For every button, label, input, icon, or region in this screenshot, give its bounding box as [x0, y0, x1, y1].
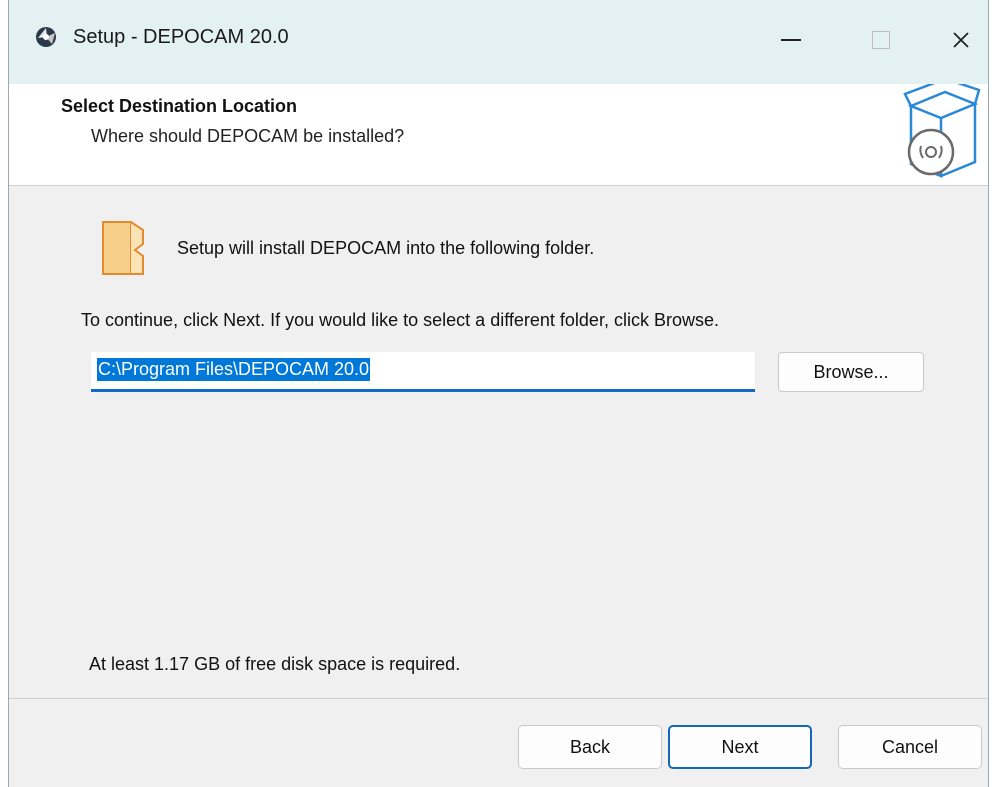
minimize-icon [781, 39, 801, 41]
instruction-text: To continue, click Next. If you would li… [81, 310, 719, 330]
install-intro-text: Setup will install DEPOCAM into the foll… [177, 238, 595, 258]
setup-window: Setup - DEPOCAM 20.0 Select Destination … [8, 0, 989, 787]
cancel-button[interactable]: Cancel [838, 725, 982, 769]
page-title: Select Destination Location [61, 96, 298, 116]
wizard-header: Select Destination Location Where should… [9, 84, 988, 186]
window-title: Setup - DEPOCAM 20.0 [73, 26, 289, 48]
footer-divider [9, 698, 988, 699]
folder-icon [102, 221, 144, 275]
page-subtitle: Where should DEPOCAM be installed? [91, 126, 405, 146]
maximize-button[interactable] [851, 10, 911, 70]
browse-button[interactable]: Browse... [778, 352, 924, 392]
title-bar: Setup - DEPOCAM 20.0 [9, 0, 988, 84]
setup-app-icon [36, 27, 56, 47]
maximize-icon [872, 31, 890, 49]
close-icon [953, 32, 969, 48]
back-button[interactable]: Back [518, 725, 662, 769]
software-box-icon [903, 84, 981, 178]
disk-space-text: At least 1.17 GB of free disk space is r… [89, 654, 461, 674]
close-button[interactable] [931, 10, 991, 70]
next-button[interactable]: Next [668, 725, 812, 769]
wizard-content: Setup will install DEPOCAM into the foll… [9, 186, 988, 686]
destination-path-value: C:\Program Files\DEPOCAM 20.0 [97, 358, 371, 381]
minimize-button[interactable] [761, 10, 821, 70]
destination-path-input[interactable]: C:\Program Files\DEPOCAM 20.0 [91, 352, 755, 392]
